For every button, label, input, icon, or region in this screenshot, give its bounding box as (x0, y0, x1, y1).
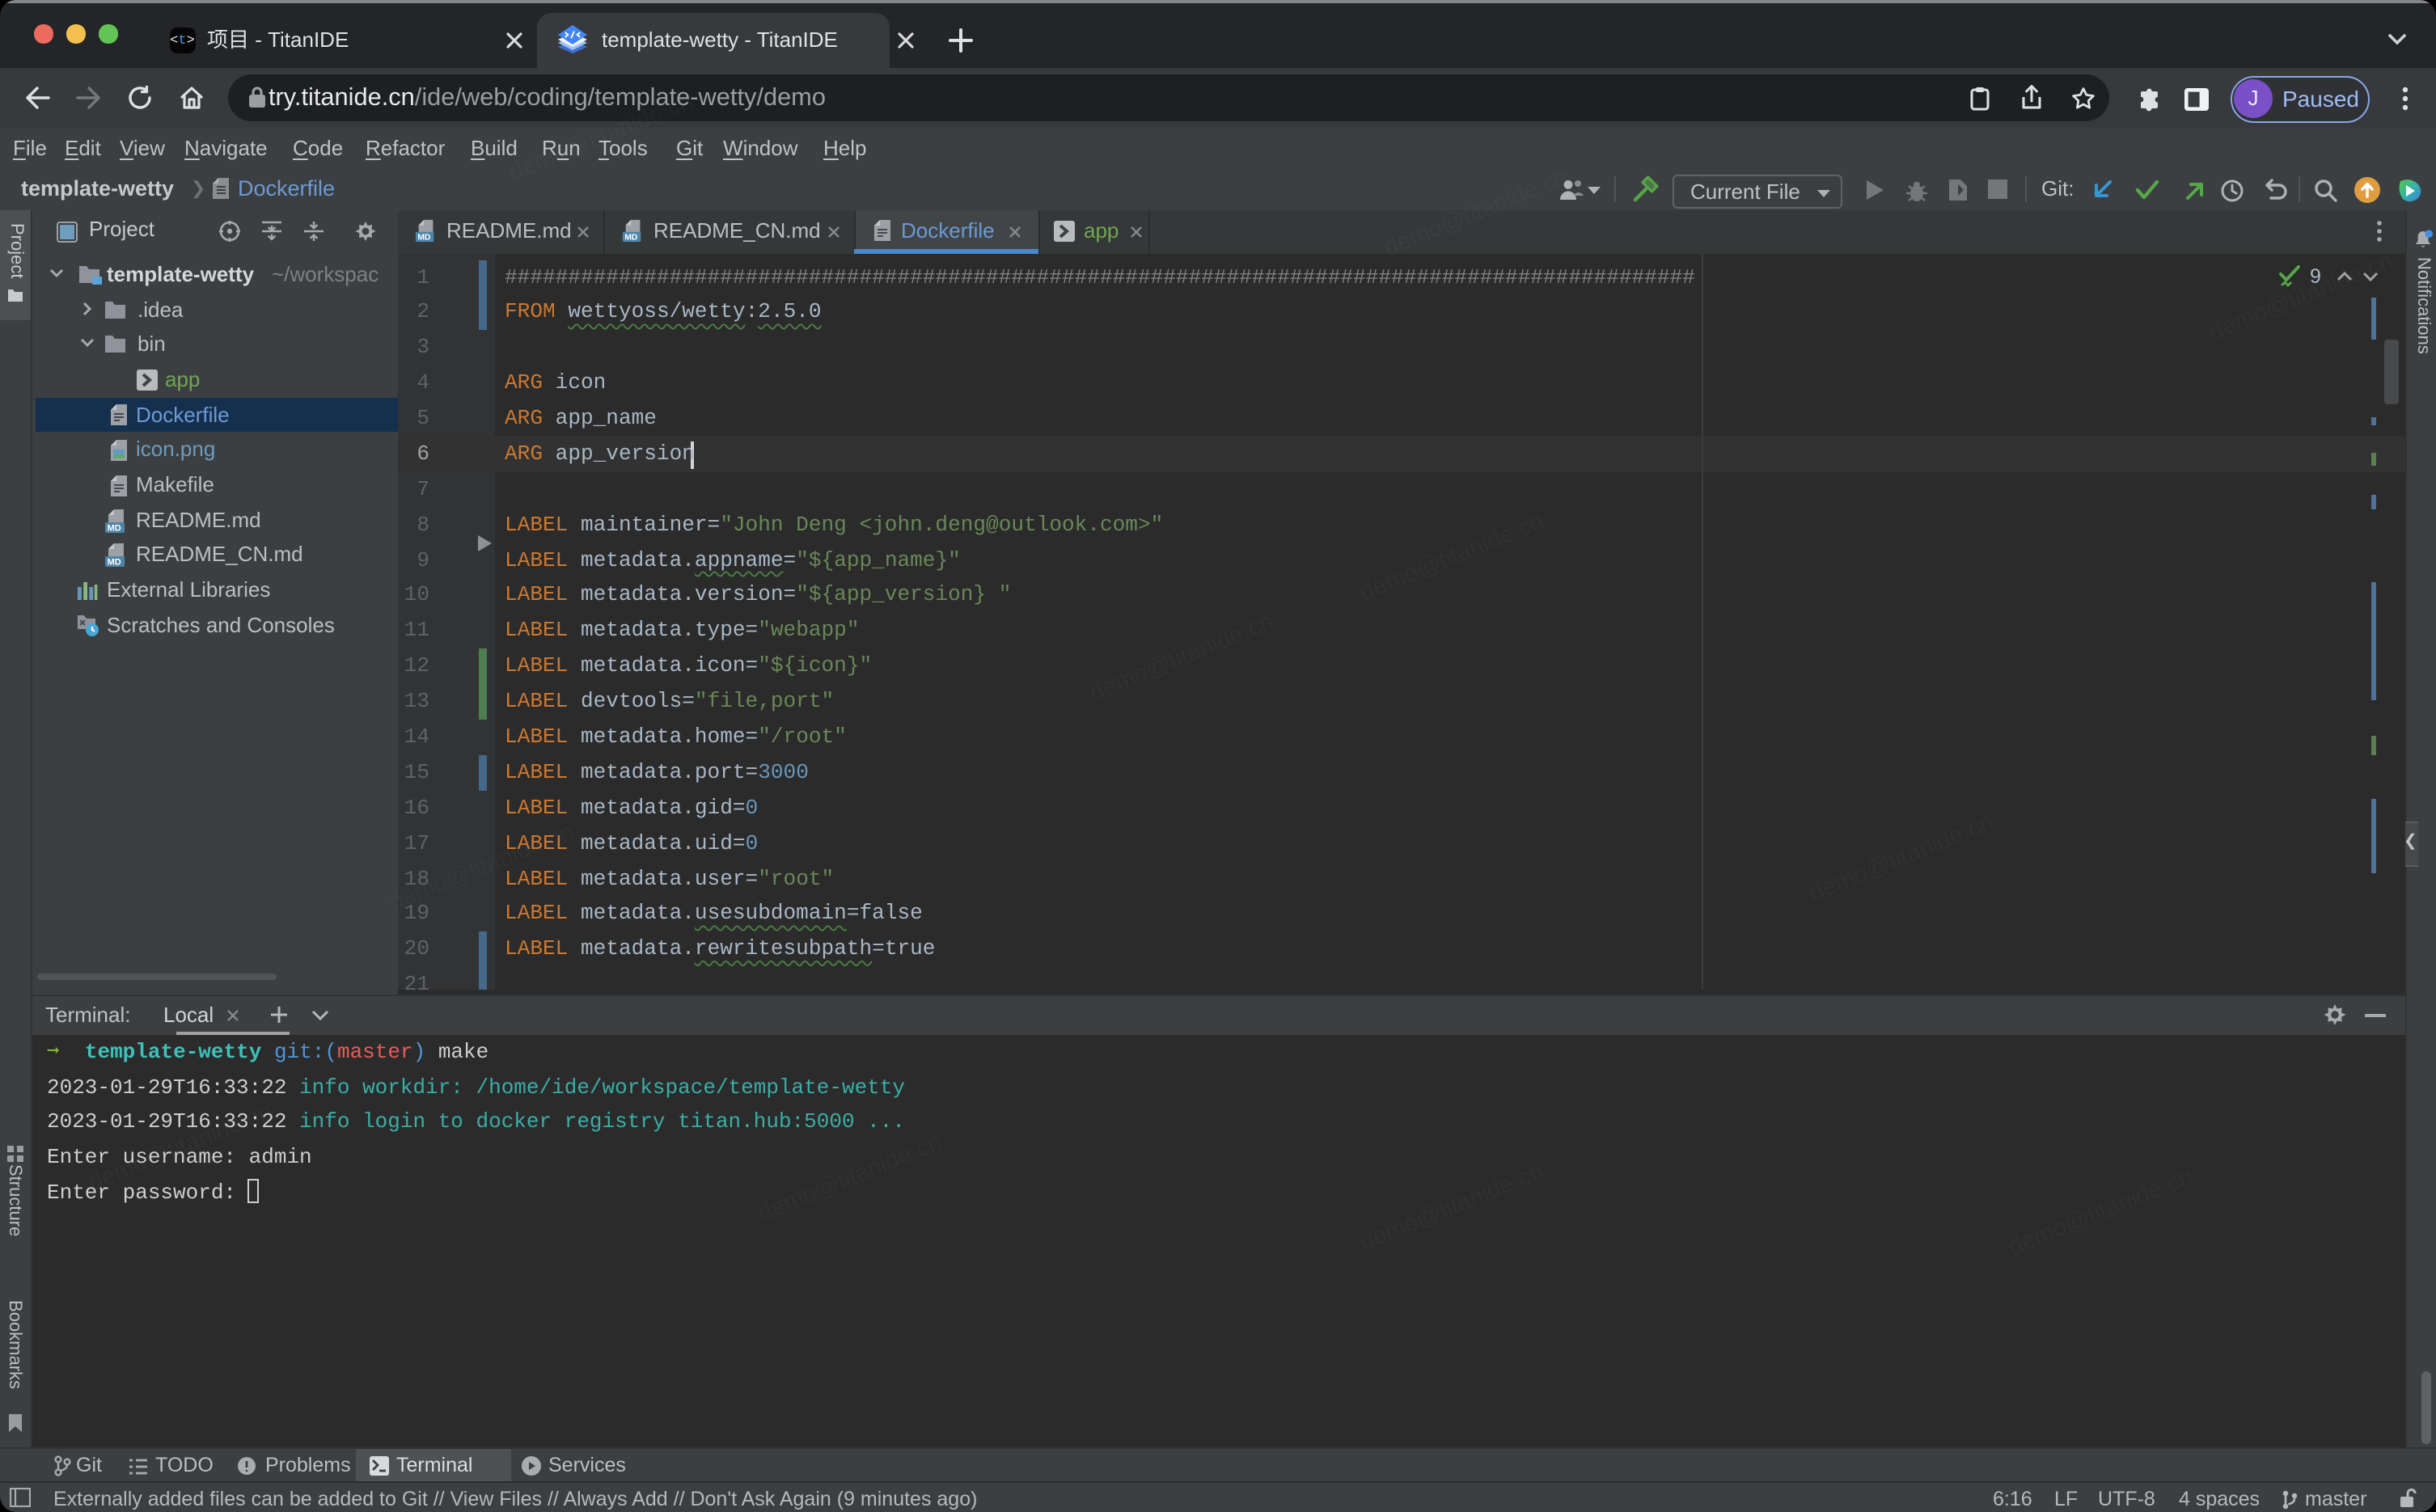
svg-text:MD: MD (624, 234, 637, 243)
svg-text:MD: MD (108, 558, 121, 568)
svg-text:MD: MD (108, 523, 121, 533)
svg-text:MD: MD (417, 234, 430, 243)
